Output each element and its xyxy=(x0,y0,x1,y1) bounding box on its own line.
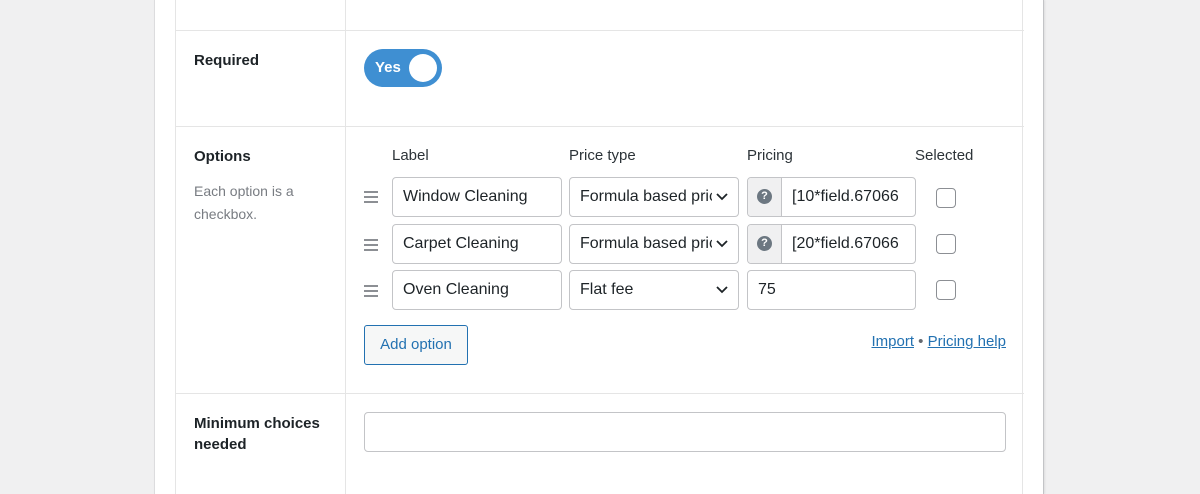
options-row: Options Each option is a checkbox. Label… xyxy=(176,126,1024,394)
pricing-field[interactable]: ? [20*field.67066 xyxy=(747,224,916,264)
toggle-label: Yes xyxy=(375,59,401,76)
link-separator: • xyxy=(918,333,924,350)
price-type-select[interactable]: Flat fee xyxy=(569,270,739,310)
column-header-selected: Selected xyxy=(915,147,974,164)
options-description: Each option is a checkbox. xyxy=(194,183,294,222)
question-mark-icon[interactable]: ? xyxy=(757,236,772,251)
pricing-field[interactable]: ? [10*field.67066 xyxy=(747,177,916,217)
drag-handle-icon[interactable] xyxy=(364,285,378,297)
column-header-pricing: Pricing xyxy=(747,147,793,164)
option-label-input[interactable]: Oven Cleaning xyxy=(392,270,562,310)
option-label-input[interactable]: Window Cleaning xyxy=(392,177,562,217)
drag-handle-icon[interactable] xyxy=(364,239,378,251)
chevron-down-icon xyxy=(716,286,728,294)
previous-row xyxy=(176,0,1024,31)
toggle-knob xyxy=(409,54,437,82)
drag-handle-icon[interactable] xyxy=(364,191,378,203)
option-label-input[interactable]: Carpet Cleaning xyxy=(392,224,562,264)
price-type-select[interactable]: Formula based price xyxy=(569,224,739,264)
selected-checkbox[interactable] xyxy=(936,280,956,300)
required-toggle[interactable]: Yes xyxy=(364,49,442,87)
add-option-button[interactable]: Add option xyxy=(364,325,468,365)
settings-panel: Required Yes Options Each option is a ch… xyxy=(154,0,1044,494)
options-label: Options xyxy=(194,148,251,165)
selected-checkbox[interactable] xyxy=(936,188,956,208)
option-links: Import • Pricing help xyxy=(871,333,1006,350)
minimum-label: Minimum choices needed xyxy=(194,415,320,453)
question-mark-icon[interactable]: ? xyxy=(757,189,772,204)
column-header-label: Label xyxy=(392,147,429,164)
import-link[interactable]: Import xyxy=(871,333,914,350)
required-row: Required Yes xyxy=(176,30,1024,127)
pricing-help-link[interactable]: Pricing help xyxy=(928,333,1006,350)
pricing-input[interactable]: 75 xyxy=(747,270,916,310)
price-type-select[interactable]: Formula based price xyxy=(569,177,739,217)
pricing-input[interactable]: [20*field.67066 xyxy=(792,225,899,263)
selected-checkbox[interactable] xyxy=(936,234,956,254)
pricing-input[interactable]: [10*field.67066 xyxy=(792,178,899,216)
minimum-row: Minimum choices needed xyxy=(176,393,1024,494)
settings-table: Required Yes Options Each option is a ch… xyxy=(175,0,1024,494)
chevron-down-icon xyxy=(716,193,728,201)
column-header-price-type: Price type xyxy=(569,147,636,164)
chevron-down-icon xyxy=(716,240,728,248)
minimum-choices-input[interactable] xyxy=(364,412,1006,452)
required-label: Required xyxy=(194,52,260,69)
